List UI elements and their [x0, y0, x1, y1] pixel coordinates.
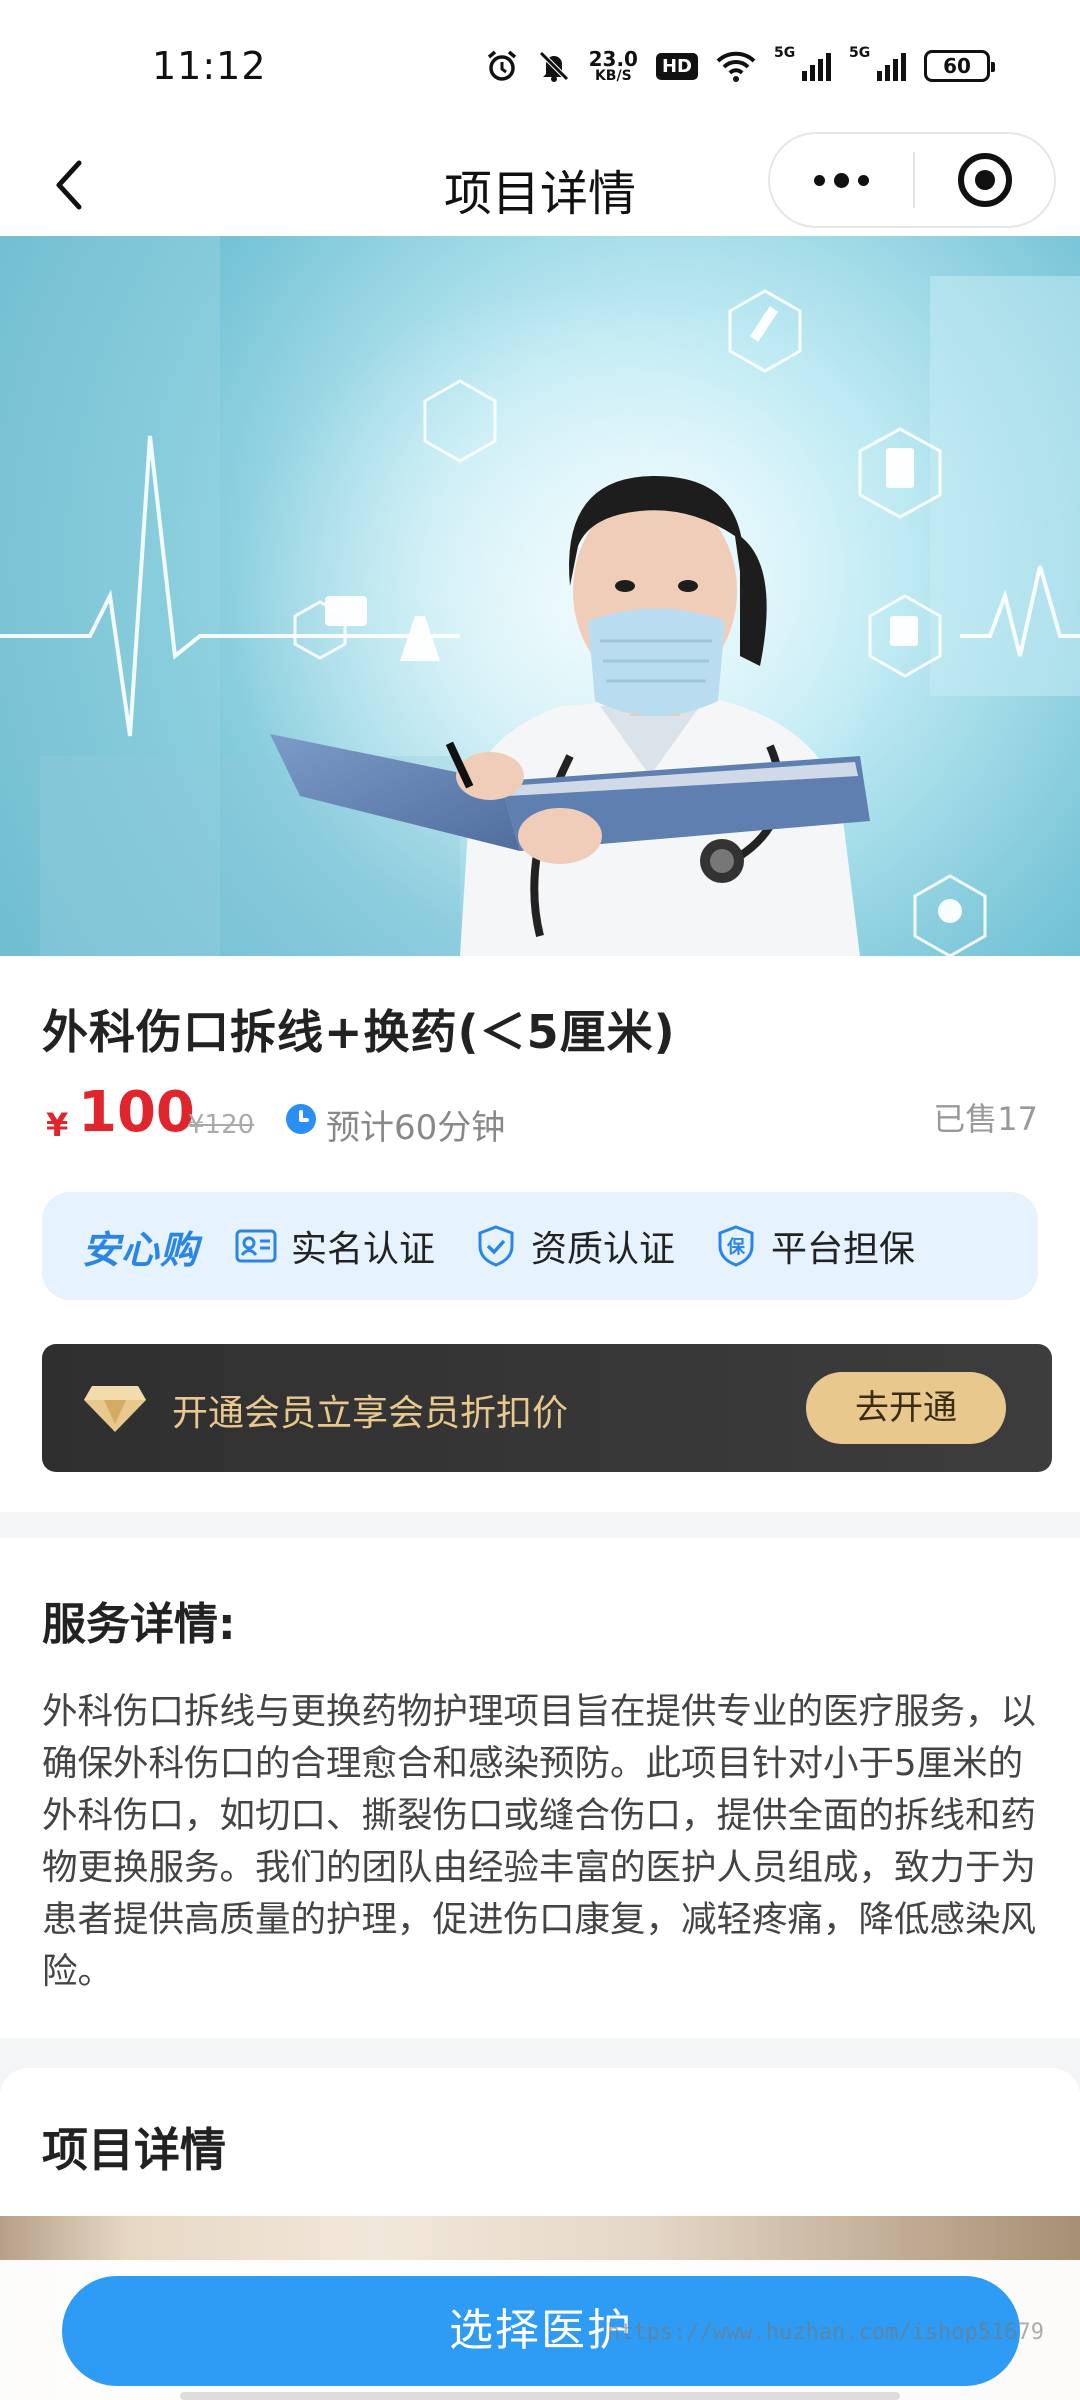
product-title: 外科伤口拆线+换药(＜5厘米): [42, 1005, 676, 1059]
signal-2-label: 5G: [849, 45, 871, 61]
service-title: 服务详情:: [42, 1599, 236, 1650]
trust-item-qualification: 资质认证: [475, 1220, 675, 1272]
price-row: ¥ 100 ¥120 预计60分钟 已售17: [42, 1080, 1038, 1150]
vip-banner: 开通会员立享会员折扣价 去开通: [42, 1344, 1052, 1472]
duration: 预计60分钟: [326, 1108, 506, 1148]
target-close-icon: [957, 153, 1012, 207]
page: 11:12 23.0 KB/S HD 5G 5G 60 项目详情 外科伤口拆线+…: [0, 0, 1080, 2400]
trust-item-label: 平台担保: [771, 1229, 916, 1270]
currency-symbol: ¥: [46, 1106, 69, 1144]
hero-image: [0, 236, 1080, 956]
trust-item-label: 资质认证: [531, 1229, 676, 1270]
doctor-illustration: [0, 236, 1080, 956]
home-indicator: [180, 2392, 900, 2400]
price: 100: [78, 1080, 195, 1145]
shield-check-icon: [475, 1225, 517, 1267]
project-details-title: 项目详情: [42, 2123, 226, 2177]
product-card: 外科伤口拆线+换药(＜5厘米) ¥ 100 ¥120 预计60分钟 已售17 安…: [0, 956, 1080, 1512]
id-card-icon: [235, 1225, 277, 1267]
guarantee-char: 保: [726, 1236, 746, 1258]
wifi-icon: [716, 50, 756, 82]
trust-item-real-name: 实名认证: [235, 1220, 435, 1272]
mute-bell-icon: [537, 49, 571, 83]
alarm-icon: [485, 49, 519, 83]
original-price: ¥120: [188, 1110, 255, 1140]
status-time: 11:12: [152, 44, 267, 88]
status-bar: 11:12 23.0 KB/S HD 5G 5G 60: [0, 0, 1080, 132]
clock-icon: [286, 1104, 316, 1134]
watermark: https://www.huzhan.com/ishop51679: [606, 2320, 1044, 2345]
miniapp-capsule: [768, 132, 1056, 228]
diamond-icon: [84, 1386, 146, 1432]
nav-bar: 项目详情: [0, 132, 1080, 236]
service-details-card: 服务详情: 外科伤口拆线与更换药物护理项目旨在提供专业的医疗服务，以确保外科伤口…: [0, 1538, 1080, 2038]
net-speed-value: 23.0: [588, 47, 638, 71]
signal-1-icon: 5G: [774, 45, 831, 81]
more-dots-icon: [814, 172, 869, 188]
signal-2-icon: 5G: [849, 45, 906, 81]
signal-1-label: 5G: [774, 45, 796, 61]
hd-badge: HD: [655, 52, 698, 80]
vip-text: 开通会员立享会员折扣价: [172, 1393, 569, 1434]
trust-bar[interactable]: 安心购 实名认证 资质认证 保 平台担保: [42, 1192, 1038, 1300]
shield-guarantee-icon: 保: [715, 1225, 757, 1267]
net-speed: 23.0 KB/S: [589, 49, 638, 83]
status-icons: 23.0 KB/S HD 5G 5G 60: [485, 44, 995, 88]
more-button[interactable]: [770, 134, 913, 226]
vip-open-button[interactable]: 去开通: [806, 1372, 1006, 1444]
battery-icon: 60: [924, 50, 995, 82]
close-miniapp-button[interactable]: [915, 134, 1054, 226]
battery-level: 60: [943, 54, 971, 78]
net-speed-unit: KB/S: [594, 68, 632, 84]
sold-count: 已售17: [933, 1100, 1038, 1138]
service-description: 外科伤口拆线与更换药物护理项目旨在提供专业的医疗服务，以确保外科伤口的合理愈合和…: [42, 1691, 1037, 1992]
trust-item-guarantee: 保 平台担保: [715, 1220, 915, 1272]
trust-brand: 安心购: [82, 1227, 200, 1272]
trust-item-label: 实名认证: [291, 1229, 436, 1270]
